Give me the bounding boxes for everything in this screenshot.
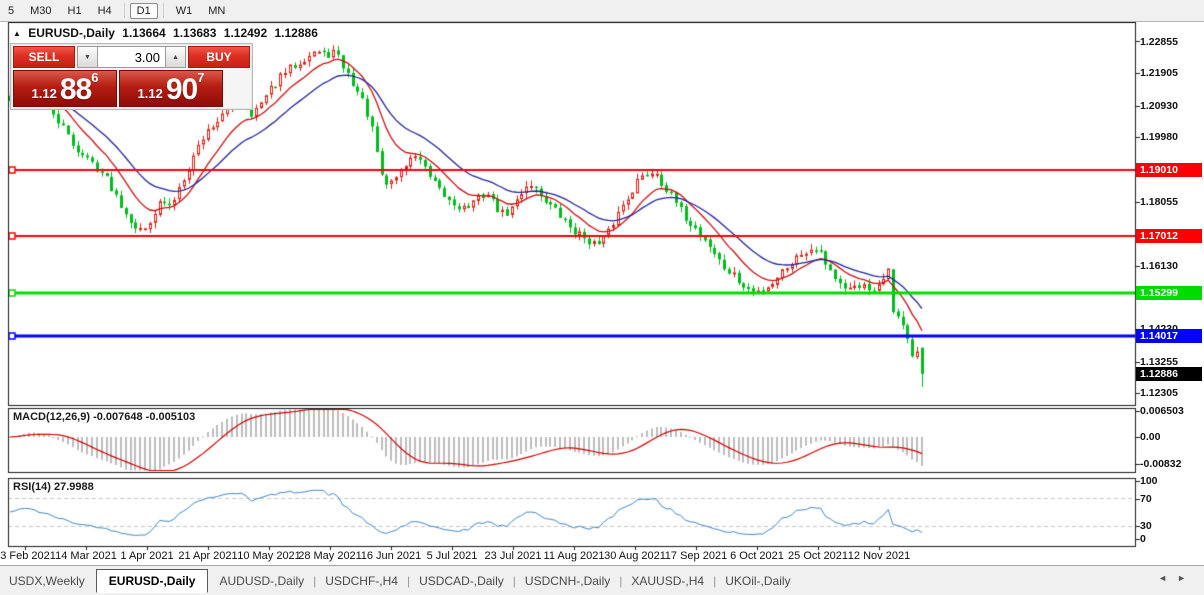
scroll-left-icon[interactable]: ◄ [1158,573,1177,583]
price-tick-label: 1.18055 [1140,196,1178,208]
date-tick-label: 23 Feb 2021 [0,550,56,562]
toolbar-separator [124,3,125,18]
sell-price-tile[interactable]: 1.12 88 6 [13,70,117,107]
date-tick-label: 11 Aug 2021 [544,550,605,562]
rsi-axis-label: 30 [1140,520,1152,532]
chart-tab-usdcnh-daily[interactable]: USDCNH-,Daily [516,570,619,592]
toolbar-separator [163,3,164,18]
buy-price-prefix: 1.12 [138,84,163,104]
volume-increase-button[interactable]: ▲ [165,46,186,68]
price-tick-label: 1.12305 [1140,387,1178,399]
buy-price-tile[interactable]: 1.12 90 7 [119,70,223,107]
level-price-label[interactable]: 1.14017 [1136,329,1202,343]
chart-tab-eurusd-daily[interactable]: EURUSD-,Daily [96,569,209,593]
sell-price-prefix: 1.12 [32,84,57,104]
timeframe-button-mn[interactable]: MN [201,3,232,19]
macd-axis-label: -0.00832 [1140,458,1181,470]
sell-button[interactable]: SELL [13,46,75,68]
rsi-indicator-label: RSI(14) 27.9988 [13,481,94,493]
price-tick-label: 1.19980 [1140,131,1178,143]
price-tick-label: 1.21905 [1140,67,1178,79]
chart-symbol-period: EURUSD-,Daily [28,26,115,40]
ohlc-low: 1.12492 [224,26,267,40]
macd-axis-label: 0.00 [1140,431,1160,443]
date-tick-label: 14 Mar 2021 [55,550,117,562]
chart-tab-audusd-daily[interactable]: AUDUSD-,Daily [210,570,313,592]
chart-title: ▲ EURUSD-,Daily 1.13664 1.13683 1.12492 … [13,26,322,40]
current-price-label: 1.12886 [1136,367,1202,381]
macd-axis-label: 0.006503 [1140,405,1184,417]
level-price-label[interactable]: 1.17012 [1136,229,1202,243]
price-tick-label: 1.20930 [1140,100,1178,112]
tab-scroll-arrows[interactable]: ◄► [1158,573,1196,583]
chevron-down-icon: ▼ [84,54,91,61]
timeframe-button-w1[interactable]: W1 [169,3,200,19]
timeframe-toolbar: 5M30H1H4 D1 W1MN [0,0,1204,22]
ohlc-high: 1.13683 [173,26,216,40]
timeframe-button-d1[interactable]: D1 [130,3,158,19]
price-tick-label: 1.22855 [1140,36,1178,48]
volume-input[interactable]: 3.00 [98,46,165,68]
macd-indicator-label: MACD(12,26,9) -0.007648 -0.005103 [13,411,195,423]
rsi-axis-label: 70 [1140,493,1152,505]
ohlc-close: 1.12886 [275,26,318,40]
date-tick-label: 12 Nov 2021 [848,550,910,562]
sell-price-sup: 6 [91,72,98,84]
date-tick-label: 10 May 2021 [237,550,301,562]
volume-decrease-button[interactable]: ▼ [77,46,98,68]
date-tick-label: 16 Jun 2021 [361,550,422,562]
chart-tab-usdcad-daily[interactable]: USDCAD-,Daily [410,570,513,592]
buy-price-big: 90 [166,76,197,104]
chart-tab-usdchf-h4[interactable]: USDCHF-,H4 [316,570,407,592]
level-price-label[interactable]: 1.15299 [1136,286,1202,300]
date-tick-label: 5 Jul 2021 [427,550,478,562]
ohlc-open: 1.13664 [122,26,165,40]
date-tick-label: 21 Apr 2021 [178,550,237,562]
one-click-trading-panel: SELL ▼ 3.00 ▲ BUY 1.12 88 6 1.12 90 7 [10,43,253,110]
chart-tab-ukoil-daily[interactable]: UKOil-,Daily [716,570,799,592]
timeframe-button-h1[interactable]: H1 [61,3,89,19]
scroll-right-icon[interactable]: ► [1177,573,1196,583]
date-tick-label: 1 Apr 2021 [120,550,173,562]
rsi-axis-label: 0 [1140,533,1146,545]
buy-price-sup: 7 [197,72,204,84]
chart-tab-usdx-weekly[interactable]: USDX,Weekly [0,570,94,592]
chart-tab-xauusd-h4[interactable]: XAUUSD-,H4 [622,570,713,592]
timeframe-button-m30[interactable]: M30 [23,3,58,19]
chevron-up-icon: ▲ [172,54,179,61]
date-tick-label: 25 Oct 2021 [788,550,848,562]
chart-tab-bar: USDX,WeeklyEURUSD-,DailyAUDUSD-,Daily|US… [0,565,1204,595]
date-tick-label: 6 Oct 2021 [730,550,784,562]
date-tick-label: 17 Sep 2021 [665,550,727,562]
price-tick-label: 1.13255 [1140,356,1178,368]
level-price-label[interactable]: 1.19010 [1136,163,1202,177]
collapse-panel-icon[interactable]: ▲ [13,29,21,38]
date-tick-label: 23 Jul 2021 [485,550,542,562]
timeframe-button-5[interactable]: 5 [1,3,21,19]
date-tick-label: 28 May 2021 [298,550,362,562]
price-tick-label: 1.16130 [1140,260,1178,272]
sell-price-big: 88 [60,76,91,104]
timeframe-button-h4[interactable]: H4 [91,3,119,19]
date-tick-label: 30 Aug 2021 [604,550,666,562]
buy-button[interactable]: BUY [188,46,250,68]
rsi-axis-label: 100 [1140,475,1158,487]
